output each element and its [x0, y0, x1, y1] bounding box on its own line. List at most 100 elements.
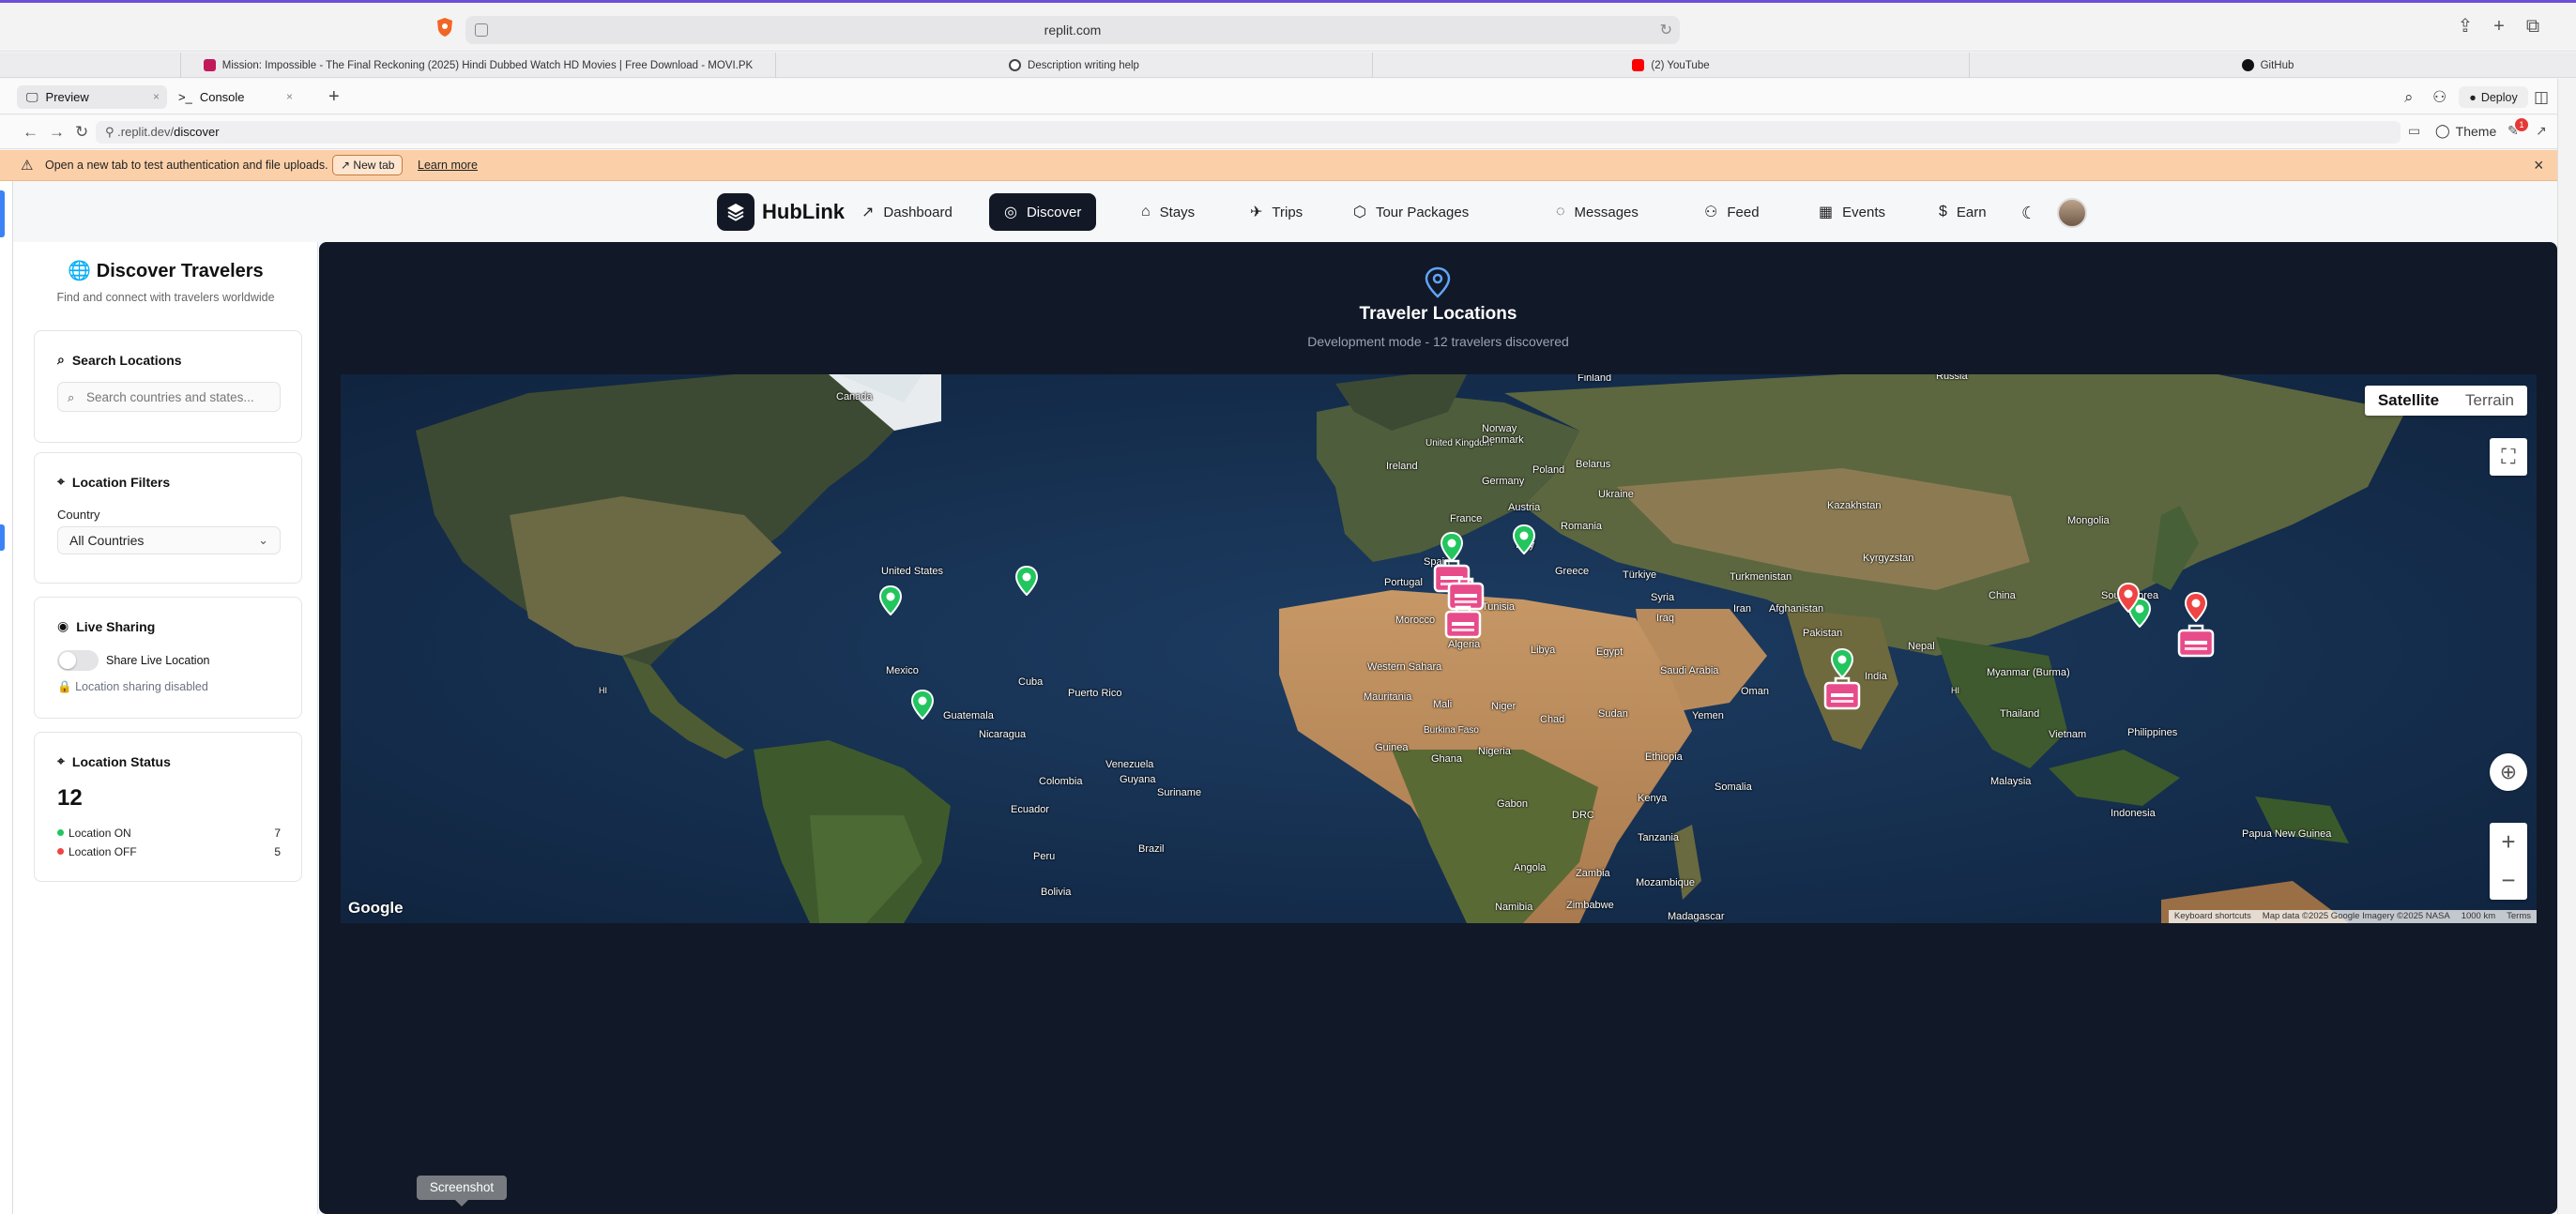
address-bar[interactable]: replit.com ↻: [465, 16, 1680, 44]
country-label: Country: [57, 508, 100, 522]
google-logo: Google: [348, 899, 404, 917]
dark-mode-toggle-icon[interactable]: ☾: [2021, 204, 2036, 223]
nav-dashboard[interactable]: ↗ Dashboard: [846, 193, 968, 231]
invite-user-icon[interactable]: ⚇: [2432, 88, 2446, 107]
browser-tab-description[interactable]: Description writing help: [775, 53, 1372, 78]
map-label: Malaysia: [1990, 776, 2032, 787]
user-avatar[interactable]: [2057, 198, 2087, 228]
browser-tab-github[interactable]: GitHub: [1969, 53, 2566, 78]
close-icon[interactable]: ×: [2534, 156, 2544, 175]
reload-icon[interactable]: ↻: [75, 123, 88, 142]
map-label: Niger: [1491, 701, 1517, 712]
hublink-logo-icon[interactable]: [717, 193, 755, 231]
compass-icon: ◎: [1004, 205, 1017, 220]
nav-label: Stays: [1159, 204, 1196, 220]
sidebar-toggle-icon[interactable]: ◫: [2534, 88, 2549, 107]
scale-bar[interactable]: 1000 km: [2462, 911, 2495, 922]
nav-label: Events: [1842, 204, 1885, 220]
url-prefix: .replit.dev/: [117, 125, 175, 139]
map-label: Colombia: [1039, 776, 1083, 787]
nav-discover[interactable]: ◎ Discover: [989, 193, 1097, 231]
map-label: Zambia: [1576, 868, 1610, 879]
filters-heading: ⌖ Location Filters: [57, 474, 171, 490]
share-location-label: Share Live Location: [106, 654, 210, 667]
browser-tab-label: GitHub: [2260, 59, 2294, 71]
add-tab-icon[interactable]: +: [328, 86, 340, 108]
filters-card: ⌖ Location Filters Country All Countries …: [34, 452, 302, 584]
tour-package-marker-icon[interactable]: [1822, 675, 1862, 715]
theme-button[interactable]: ◯ Theme: [2435, 123, 2496, 139]
browser-tab-youtube[interactable]: (2) YouTube: [1372, 53, 1969, 78]
map-label: Denmark: [1482, 434, 1524, 446]
satellite-button[interactable]: Satellite: [2365, 386, 2452, 416]
keyboard-shortcuts-link[interactable]: Keyboard shortcuts: [2174, 911, 2251, 922]
terrain-button[interactable]: Terrain: [2452, 386, 2527, 416]
tour-package-marker-icon[interactable]: [1443, 603, 1483, 644]
map-label: Mali: [1433, 699, 1453, 710]
open-external-icon: ↗: [341, 159, 351, 172]
fullscreen-icon[interactable]: ⛶: [2490, 438, 2527, 476]
map-label: Saudi Arabia: [1660, 665, 1719, 676]
map-label: Papua New Guinea: [2242, 828, 2332, 840]
tab-preview[interactable]: 🖵 Preview ×: [17, 85, 167, 109]
brand-name[interactable]: HubLink: [762, 200, 845, 224]
map-pin-icon: ⌖: [57, 753, 65, 768]
online-traveler-pin-icon[interactable]: [910, 689, 935, 724]
online-traveler-pin-icon[interactable]: [1512, 524, 1536, 559]
map-label: Türkiye: [1623, 569, 1657, 581]
country-select[interactable]: All Countries ⌄: [57, 526, 281, 554]
map-label: Puerto Rico: [1068, 688, 1122, 699]
close-icon[interactable]: ×: [286, 90, 293, 103]
map-label: Pakistan: [1803, 628, 1843, 639]
terms-link[interactable]: Terms: [2507, 911, 2531, 922]
map-label: HI: [599, 686, 607, 695]
new-tab-icon[interactable]: +: [2487, 14, 2511, 38]
world-map[interactable]: Canada Finland Russia United Kingdom Den…: [341, 374, 2537, 923]
preview-url-input[interactable]: ⚲ .replit.dev/discover: [96, 121, 2401, 144]
right-edge-strip: [2557, 79, 2576, 1214]
forward-icon[interactable]: →: [49, 123, 65, 142]
map-label: Egypt: [1596, 646, 1623, 658]
learn-more-link[interactable]: Learn more: [418, 159, 478, 172]
devtools-icon[interactable]: ▭: [2408, 123, 2420, 139]
map-label: Kenya: [1638, 793, 1668, 804]
online-traveler-pin-icon[interactable]: [878, 584, 903, 620]
search-input[interactable]: ⌕ Search countries and states...: [57, 382, 281, 412]
online-traveler-pin-icon[interactable]: [1014, 565, 1039, 600]
map-attribution: Keyboard shortcuts Map data ©2025 Google…: [2168, 910, 2537, 923]
new-tab-button[interactable]: ↗ New tab: [332, 155, 404, 175]
strip-indicator: [0, 524, 5, 551]
search-icon[interactable]: ⌕: [2404, 88, 2414, 107]
share-icon[interactable]: ⇪: [2453, 14, 2477, 38]
brave-shield-icon[interactable]: [435, 17, 454, 38]
zoom-out-button[interactable]: −: [2490, 861, 2527, 900]
tour-package-marker-icon[interactable]: [2176, 622, 2216, 662]
map-label: Guyana: [1120, 774, 1156, 785]
nav-messages[interactable]: ◌ Messages: [1541, 193, 1654, 231]
nav-trips[interactable]: ✈ Trips: [1235, 193, 1318, 231]
nav-stays[interactable]: ⌂ Stays: [1126, 193, 1210, 231]
deploy-button[interactable]: ● Deploy: [2459, 86, 2528, 108]
zoom-in-button[interactable]: +: [2490, 823, 2527, 861]
screenshot-tooltip: Screenshot: [417, 1176, 507, 1206]
nav-feed[interactable]: ⚇ Feed: [1689, 193, 1775, 231]
nav-events[interactable]: ▦ Events: [1804, 193, 1900, 231]
offline-traveler-pin-icon[interactable]: [2116, 582, 2141, 617]
map-type-control: Satellite Terrain: [2364, 386, 2527, 416]
browser-tab-movi[interactable]: Mission: Impossible - The Final Reckonin…: [180, 53, 775, 78]
recenter-icon[interactable]: ⊕: [2490, 753, 2527, 791]
back-icon[interactable]: ←: [23, 123, 38, 142]
open-external-icon[interactable]: ↗: [2536, 123, 2547, 139]
nav-tour-packages[interactable]: ⬡ Tour Packages: [1338, 193, 1484, 231]
nav-label: Tour Packages: [1375, 204, 1470, 220]
tab-overview-icon[interactable]: ⧉: [2521, 14, 2545, 38]
url-lock-icon: ⚲: [105, 125, 114, 139]
chatgpt-favicon-icon: [1009, 59, 1022, 71]
nav-earn[interactable]: $ Earn: [1924, 193, 2002, 231]
tab-console[interactable]: >_ Console ×: [169, 85, 300, 109]
reload-icon[interactable]: ↻: [1660, 21, 1672, 39]
share-location-toggle[interactable]: [57, 650, 99, 671]
sidebar-title: 🌐 Discover Travelers: [13, 259, 318, 282]
nav-label: Feed: [1727, 204, 1760, 220]
close-icon[interactable]: ×: [153, 90, 160, 103]
